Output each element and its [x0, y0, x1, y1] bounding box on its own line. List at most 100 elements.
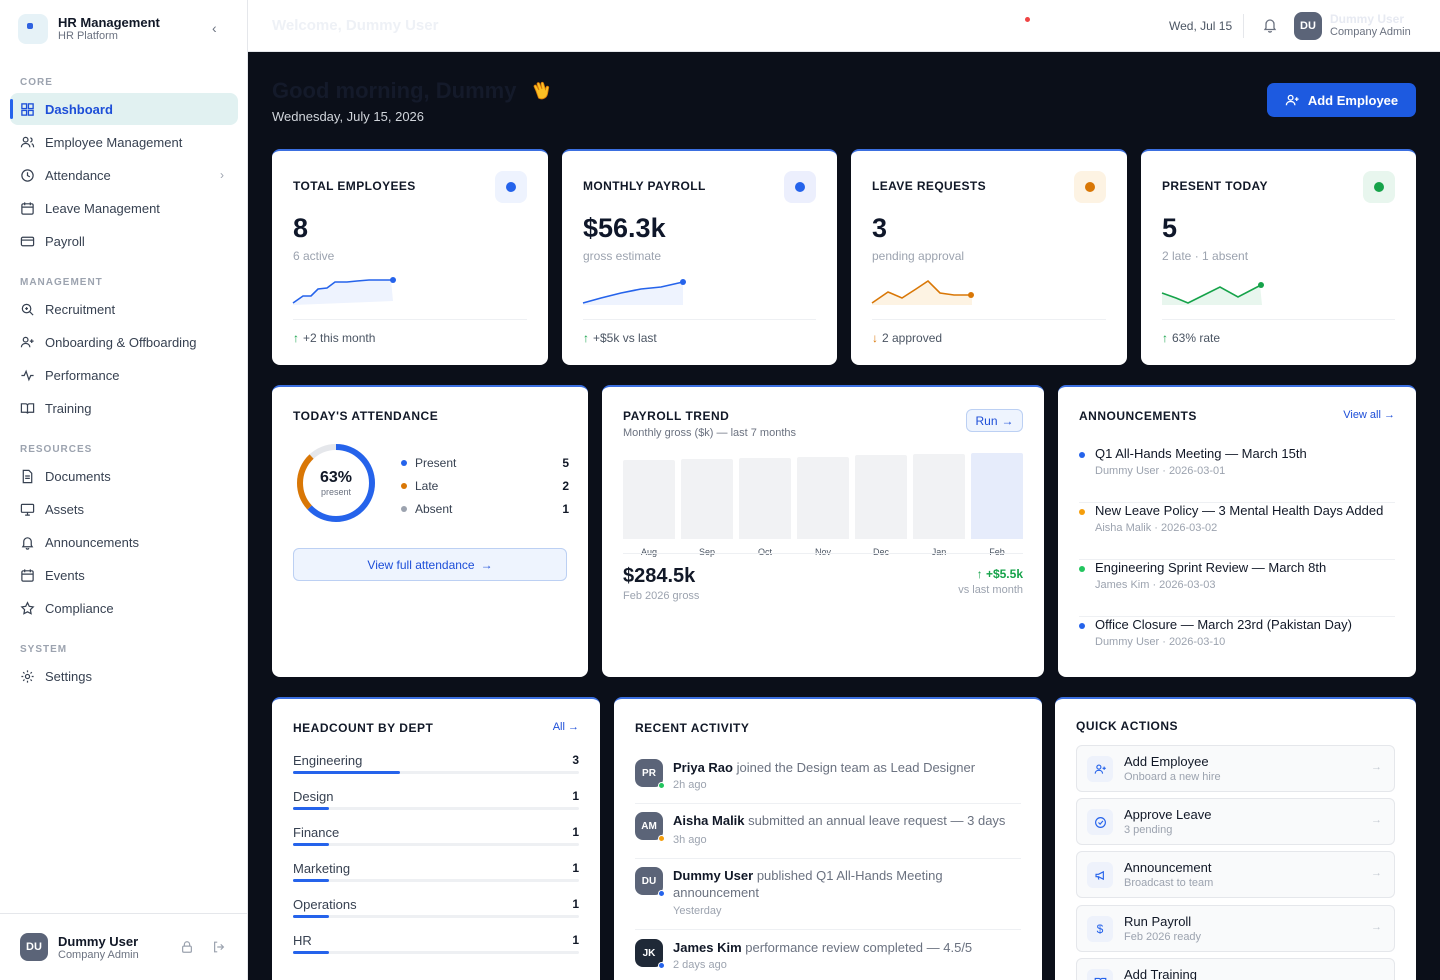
dollar-icon: $ [1087, 916, 1113, 942]
sidebar-item-label: Performance [45, 367, 120, 383]
avatar[interactable]: DU [20, 933, 48, 961]
announcement-item[interactable]: New Leave Policy — 3 Mental Health Days … [1079, 503, 1395, 560]
stat-value: 3 [872, 213, 888, 243]
dept-count: 1 [572, 825, 579, 839]
payroll-bar[interactable] [681, 459, 733, 539]
stat-value: 5 [1162, 213, 1178, 243]
quick-action-announcement[interactable]: Announcement Broadcast to team → [1076, 851, 1395, 898]
dept-row[interactable]: Design 1 [293, 789, 579, 825]
quick-action-add-employee[interactable]: Add Employee Onboard a new hire → [1076, 745, 1395, 792]
sidebar-item-onboarding[interactable]: Onboarding & Offboarding [10, 326, 238, 358]
payroll-bar[interactable] [913, 454, 965, 539]
stat-card-leave-requests[interactable]: LEAVE REQUESTS 3 pending approval ↓ 2 app… [851, 149, 1127, 365]
sidebar-item-documents[interactable]: Documents [10, 460, 238, 492]
payroll-bar[interactable] [797, 457, 849, 539]
dept-row[interactable]: Engineering 3 [293, 753, 579, 789]
payroll-bar[interactable] [855, 455, 907, 539]
sidebar-item-performance[interactable]: Performance [10, 359, 238, 391]
sidebar-item-attendance[interactable]: Attendance › [10, 159, 238, 191]
all-departments-link[interactable]: All → [553, 721, 579, 733]
announcements-card: ANNOUNCEMENTS View all → Q1 All-Hands Me… [1058, 385, 1416, 677]
stat-trend-text: 2 approved [882, 331, 943, 345]
arrow-right-icon: → [1371, 921, 1382, 933]
add-employee-button[interactable]: Add Employee [1267, 83, 1416, 117]
activity-item[interactable]: AM Aisha Malik submitted an annual leave… [635, 812, 1021, 859]
dept-name: Design [293, 789, 334, 804]
view-full-attendance-button[interactable]: View full attendance → [293, 548, 567, 581]
sparkline [871, 279, 974, 305]
sidebar-item-assets[interactable]: Assets [10, 493, 238, 525]
user-role: Company Admin [58, 948, 139, 961]
recent-activity-card: RECENT ACTIVITY PR Priya Rao joined the … [614, 697, 1042, 980]
run-payroll-button[interactable]: Run → [966, 409, 1023, 432]
sidebar-item-payroll[interactable]: Payroll [10, 225, 238, 257]
dept-row[interactable]: Marketing 1 [293, 861, 579, 897]
dept-name: Marketing [293, 861, 351, 876]
payroll-bar[interactable] [623, 460, 675, 539]
lock-icon[interactable] [180, 940, 194, 954]
dept-row[interactable]: Operations 1 [293, 897, 579, 933]
card-icon [20, 236, 35, 246]
announcement-item[interactable]: Office Closure — March 23rd (Pakistan Da… [1079, 617, 1395, 674]
sidebar-item-compliance[interactable]: Compliance [10, 592, 238, 624]
payroll-bar[interactable] [739, 458, 791, 539]
dept-count: 3 [572, 753, 579, 767]
monitor-icon [20, 503, 35, 516]
sidebar-item-label: Attendance [45, 167, 111, 183]
trend-up-icon: ↑ [1162, 331, 1168, 345]
sidebar-item-recruitment[interactable]: Recruitment [10, 293, 238, 325]
sidebar-item-announcements[interactable]: Announcements [10, 526, 238, 558]
announcement-item[interactable]: Engineering Sprint Review — March 8th Jam… [1079, 560, 1395, 617]
activity-item[interactable]: DU Dummy User published Q1 All-Hands Mee… [635, 867, 1021, 930]
stat-card-monthly-payroll[interactable]: MONTHLY PAYROLL $56.3k gross estimate ↑ +… [562, 149, 837, 365]
topbar: Welcome, Dummy User Wed, Jul 15 DU Dummy… [248, 0, 1440, 52]
collapse-sidebar-icon[interactable]: ‹ [212, 20, 217, 36]
sidebar-item-label: Dashboard [45, 101, 113, 117]
star-icon [20, 600, 35, 615]
dept-row[interactable]: HR 1 [293, 933, 579, 969]
quick-action-run-payroll[interactable]: $ Run Payroll Feb 2026 ready → [1076, 905, 1395, 952]
sidebar-item-employee-management[interactable]: Employee Management [10, 126, 238, 158]
sidebar-item-events[interactable]: Events [10, 559, 238, 591]
notification-dot [1025, 17, 1030, 22]
dept-row[interactable]: Finance 1 [293, 825, 579, 861]
sidebar-item-settings[interactable]: Settings [10, 660, 238, 692]
notification-bell-icon[interactable] [1262, 17, 1278, 33]
logout-icon[interactable] [212, 940, 226, 954]
dept-bar-track [293, 771, 579, 774]
quick-action-add-training[interactable]: Add Training [1076, 958, 1395, 980]
stat-card-total-employees[interactable]: TOTAL EMPLOYEES 8 6 active ↑ +2 this mont… [272, 149, 548, 365]
users-icon [20, 136, 35, 147]
card-title: PAYROLL TREND [623, 409, 730, 423]
legend-absent: Absent 1 [401, 502, 569, 516]
sidebar-item-label: Training [45, 400, 92, 416]
legend-present: Present 5 [401, 456, 569, 470]
announcement-item[interactable]: Q1 All-Hands Meeting — March 15th Dummy U… [1079, 446, 1395, 503]
dept-bar-fill [293, 915, 329, 918]
payroll-bar[interactable] [971, 453, 1023, 539]
sidebar-item-leave-management[interactable]: Leave Management [10, 192, 238, 224]
sidebar-item-training[interactable]: Training [10, 392, 238, 424]
quick-action-approve-leave[interactable]: Approve Leave 3 pending → [1076, 798, 1395, 845]
dept-count: 1 [572, 861, 579, 875]
stat-trend-text: 63% rate [1172, 331, 1221, 345]
top-user-menu[interactable]: DU Dummy User Company Admin [1294, 12, 1411, 40]
stat-value: $56.3k [583, 213, 666, 243]
sidebar-item-dashboard[interactable]: Dashboard [10, 93, 238, 125]
app-subtitle: HR Platform [58, 29, 118, 42]
bar-label: Feb [989, 547, 1005, 557]
section-resources: RESOURCES [20, 444, 93, 455]
activity-item[interactable]: JK James Kim performance review complete… [635, 939, 1021, 979]
dept-name: HR [293, 933, 312, 948]
view-all-link[interactable]: View all → [1343, 409, 1395, 421]
sidebar-item-label: Recruitment [45, 301, 116, 317]
avatar: PR [635, 759, 665, 789]
dept-bar-fill [293, 807, 329, 810]
sidebar-item-label: Events [45, 567, 85, 583]
sidebar-item-label: Settings [45, 668, 92, 684]
app-title: HR Management [58, 14, 160, 30]
brand[interactable]: HR Management HR Platform [18, 14, 160, 44]
stat-card-present-today[interactable]: PRESENT TODAY 5 2 late · 1 absent ↑ 63% r… [1141, 149, 1416, 365]
activity-item[interactable]: PR Priya Rao joined the Design team as L… [635, 759, 1021, 804]
sidebar-item-label: Leave Management [45, 200, 160, 216]
